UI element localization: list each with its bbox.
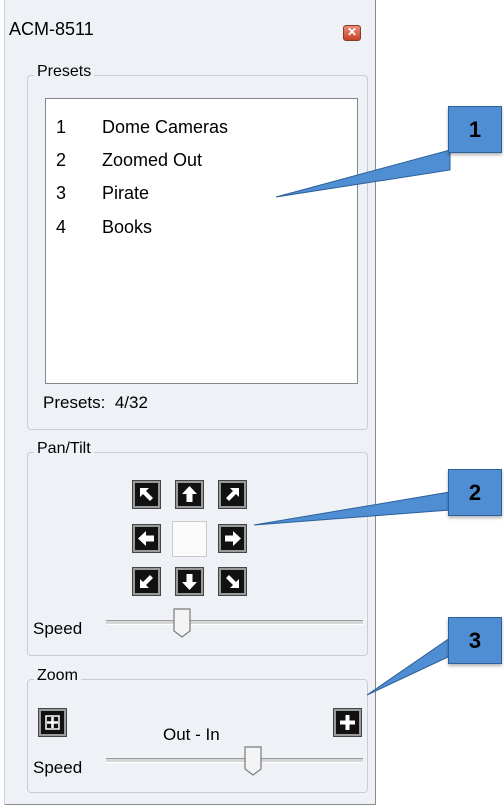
callout-1: 1	[448, 106, 502, 153]
arrow-left-icon[interactable]	[132, 524, 161, 553]
callout-2: 2	[448, 469, 502, 516]
arrow-down-icon[interactable]	[175, 567, 204, 596]
close-icon[interactable]	[343, 25, 361, 41]
arrow-down-right-icon[interactable]	[218, 567, 247, 596]
callout-3-pointer	[366, 637, 451, 696]
list-item[interactable]: 1 Dome Cameras	[56, 117, 228, 138]
zoom-out-icon[interactable]	[38, 708, 67, 737]
presets-count: Presets: 4/32	[43, 393, 148, 412]
zoom-legend: Zoom	[34, 667, 81, 685]
zoom-speed-slider[interactable]	[243, 745, 263, 777]
panel-edge	[0, 0, 5, 805]
arrow-up-right-icon[interactable]	[218, 480, 247, 509]
zoom-direction-label: Out - In	[163, 725, 220, 744]
pantilt-center-button[interactable]	[172, 521, 207, 557]
arrow-down-left-icon[interactable]	[132, 567, 161, 596]
presets-legend: Presets	[34, 63, 95, 81]
list-item[interactable]: 2 Zoomed Out	[56, 150, 202, 171]
presets-list[interactable]: 1 Dome Cameras 2 Zoomed Out 3 Pirate 4 Books	[45, 98, 358, 384]
window-title: ACM-8511	[9, 19, 94, 39]
zoom-speed-label: Speed	[33, 758, 83, 777]
callout-3: 3	[448, 617, 502, 664]
list-item[interactable]: 4 Books	[56, 217, 152, 238]
pantilt-speed-slider[interactable]	[172, 607, 192, 639]
zoom-speed-track	[106, 758, 363, 763]
pantilt-speed-label: Speed	[33, 619, 83, 638]
plus-icon[interactable]	[333, 708, 362, 737]
pantilt-speed-track	[106, 620, 363, 625]
pantilt-legend: Pan/Tilt	[34, 440, 94, 458]
arrow-up-left-icon[interactable]	[132, 480, 161, 509]
list-item[interactable]: 3 Pirate	[56, 183, 149, 204]
arrow-right-icon[interactable]	[218, 524, 247, 553]
arrow-up-icon[interactable]	[175, 480, 204, 509]
